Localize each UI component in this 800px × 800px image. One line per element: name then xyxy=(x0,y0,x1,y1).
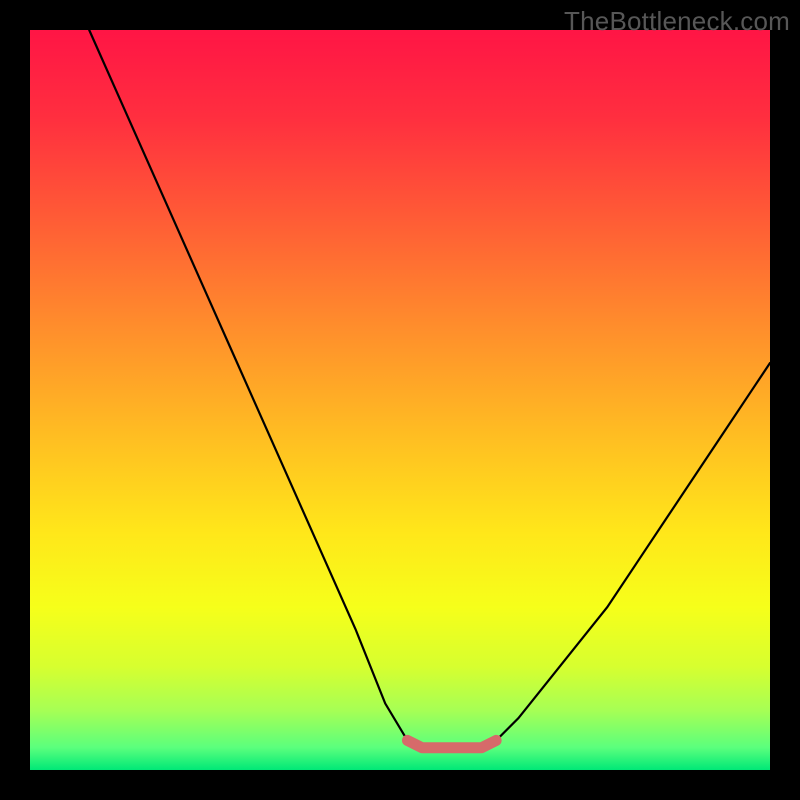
chart-frame: TheBottleneck.com xyxy=(0,0,800,800)
plot-background xyxy=(30,30,770,770)
watermark-text: TheBottleneck.com xyxy=(564,6,790,37)
bottleneck-chart xyxy=(0,0,800,800)
